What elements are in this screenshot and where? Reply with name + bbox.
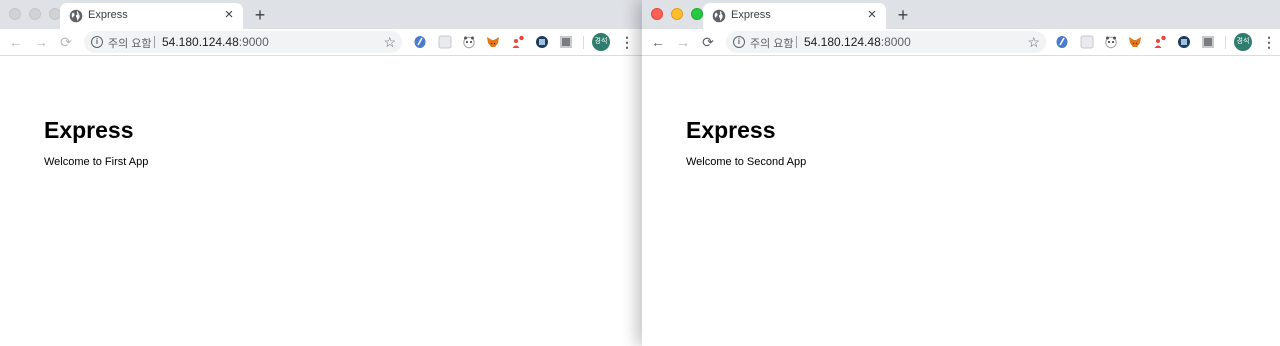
menu-icon[interactable]: ⋮: [620, 33, 634, 51]
menu-icon[interactable]: ⋮: [1262, 33, 1276, 51]
tab-strip: Express × +: [0, 0, 642, 29]
tab-title: Express: [731, 9, 771, 21]
edit-icon[interactable]: [1055, 35, 1069, 49]
close-tab-icon[interactable]: ×: [221, 7, 237, 23]
security-status[interactable]: 주의 요함: [108, 35, 152, 51]
url-text[interactable]: 54.180.124.48:9000: [162, 35, 269, 49]
globe-icon: [69, 9, 83, 23]
edit-icon[interactable]: [413, 35, 427, 49]
reload-button[interactable]: ⟳: [699, 33, 717, 51]
toolbar: ← → ⟳ i 주의 요함 54.180.124.48:8000 ☆ 경석 ⋮: [642, 29, 1280, 56]
minimize-window-button[interactable]: [671, 8, 683, 20]
metamask-fox-icon[interactable]: [486, 35, 500, 49]
tab-express[interactable]: Express ×: [60, 3, 243, 29]
close-window-button[interactable]: [9, 8, 21, 20]
grid-icon[interactable]: [1080, 35, 1094, 49]
globe-badge-icon[interactable]: [535, 35, 549, 49]
address-bar[interactable]: i 주의 요함 54.180.124.48:8000 ☆: [726, 31, 1046, 53]
people-icon[interactable]: [1153, 35, 1167, 49]
zoom-window-button[interactable]: [691, 8, 703, 20]
panda-icon[interactable]: [1104, 35, 1118, 49]
panda-icon[interactable]: [462, 35, 476, 49]
tab-strip: Express × +: [642, 0, 1280, 29]
page-text: Welcome to Second App: [686, 156, 807, 168]
close-window-button[interactable]: [651, 8, 663, 20]
desktop: Express × + ← → ⟳ i 주의 요함 54.180.124.48:…: [0, 0, 1280, 346]
minimize-window-button[interactable]: [29, 8, 41, 20]
people-icon[interactable]: [511, 35, 525, 49]
browser-window-first: Express × + ← → ⟳ i 주의 요함 54.180.124.48:…: [0, 0, 642, 346]
window-controls: [9, 8, 61, 20]
new-tab-button[interactable]: +: [250, 5, 270, 25]
profile-avatar[interactable]: 경석: [592, 33, 610, 51]
url-host: 54.180.124.48: [804, 35, 881, 49]
divider: [796, 36, 797, 48]
toolbar-divider: [1225, 36, 1226, 49]
globe-badge-icon[interactable]: [1177, 35, 1191, 49]
bookmark-star-icon[interactable]: ☆: [383, 33, 396, 51]
tab-express[interactable]: Express ×: [703, 3, 886, 29]
forward-button[interactable]: →: [674, 33, 692, 51]
forward-button[interactable]: →: [32, 33, 50, 51]
photo-icon[interactable]: [559, 35, 573, 49]
info-icon[interactable]: i: [733, 36, 745, 48]
tab-title: Express: [88, 9, 128, 21]
url-text[interactable]: 54.180.124.48:8000: [804, 35, 911, 49]
divider: [154, 36, 155, 48]
url-host: 54.180.124.48: [162, 35, 239, 49]
page-content: Express Welcome to Second App: [642, 56, 1280, 346]
close-tab-icon[interactable]: ×: [864, 7, 880, 23]
page-title: Express: [686, 117, 776, 143]
metamask-fox-icon[interactable]: [1128, 35, 1142, 49]
reload-button[interactable]: ⟳: [57, 33, 75, 51]
profile-avatar[interactable]: 경석: [1234, 33, 1252, 51]
page-text: Welcome to First App: [44, 156, 149, 168]
security-status[interactable]: 주의 요함: [750, 35, 794, 51]
url-port: :8000: [880, 35, 911, 49]
toolbar: ← → ⟳ i 주의 요함 54.180.124.48:9000 ☆ 경석 ⋮: [0, 29, 642, 56]
back-button[interactable]: ←: [7, 33, 25, 51]
photo-icon[interactable]: [1201, 35, 1215, 49]
globe-icon: [712, 9, 726, 23]
toolbar-divider: [583, 36, 584, 49]
browser-window-second: Express × + ← → ⟳ i 주의 요함 54.180.124.48:…: [642, 0, 1280, 346]
page-content: Express Welcome to First App: [0, 56, 642, 346]
url-port: :9000: [238, 35, 269, 49]
grid-icon[interactable]: [438, 35, 452, 49]
bookmark-star-icon[interactable]: ☆: [1027, 33, 1040, 51]
info-icon[interactable]: i: [91, 36, 103, 48]
new-tab-button[interactable]: +: [893, 5, 913, 25]
back-button[interactable]: ←: [649, 33, 667, 51]
window-controls: [651, 8, 703, 20]
page-title: Express: [44, 117, 134, 143]
address-bar[interactable]: i 주의 요함 54.180.124.48:9000 ☆: [84, 31, 402, 53]
